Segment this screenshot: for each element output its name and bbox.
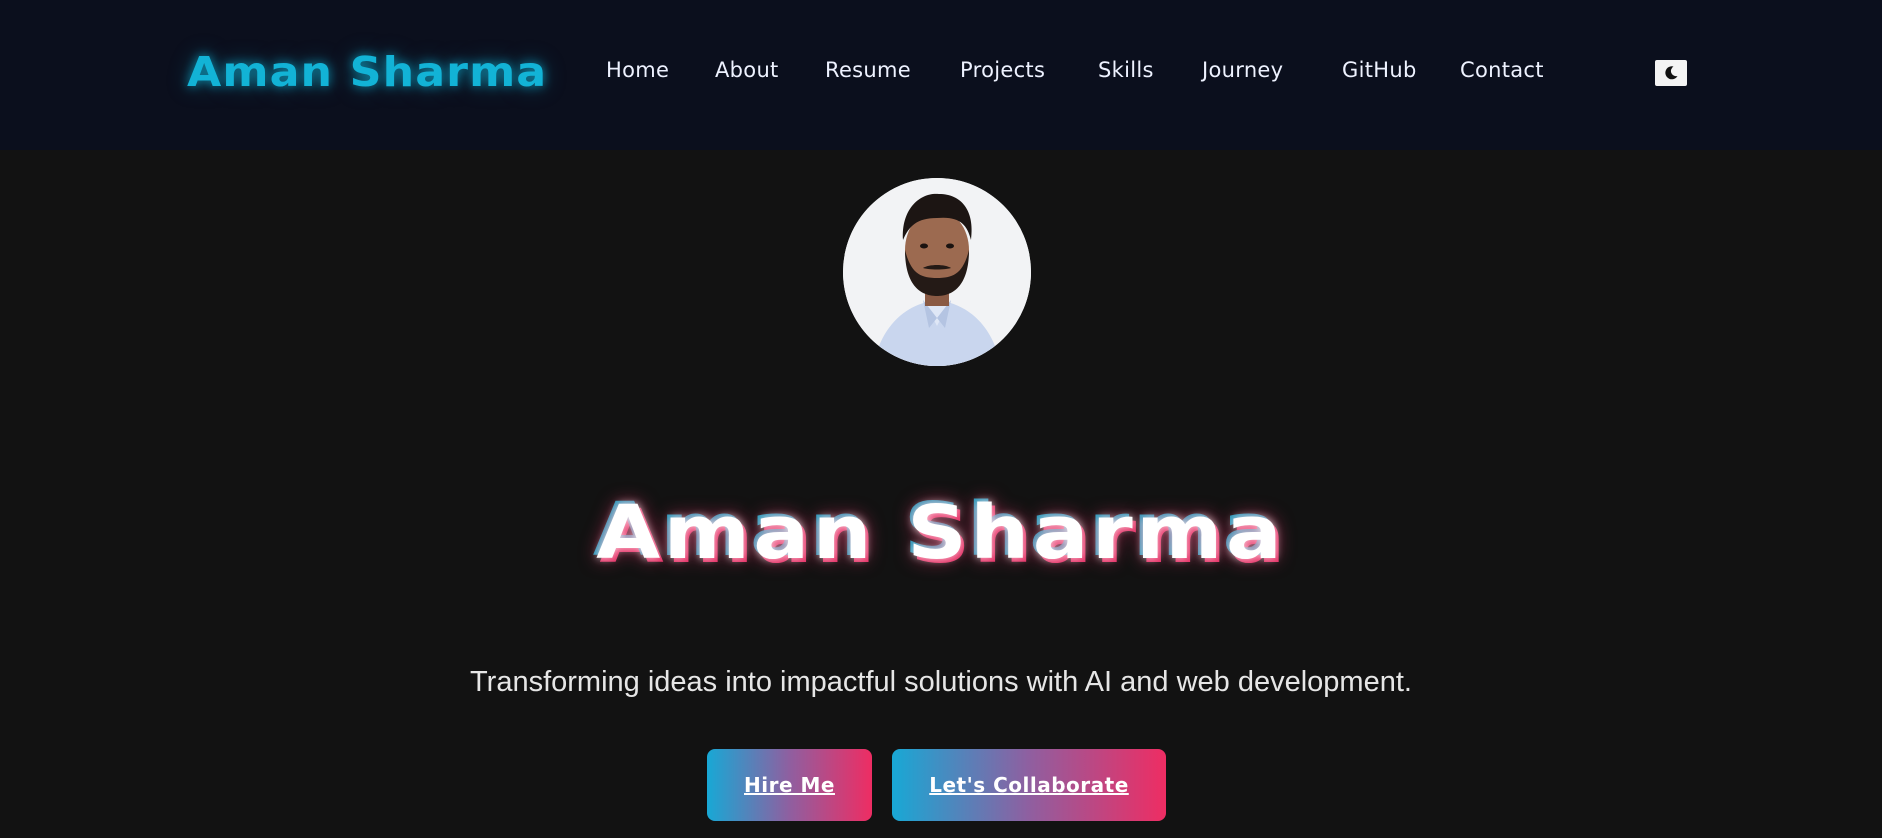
profile-photo xyxy=(843,178,1031,366)
hire-me-button[interactable]: Hire Me xyxy=(707,749,872,821)
hero-title-container: Aman Sharma xyxy=(0,490,1882,576)
moon-icon xyxy=(1665,66,1678,80)
nav-link-journey[interactable]: Journey xyxy=(1202,58,1283,82)
nav-link-github[interactable]: GitHub xyxy=(1342,58,1417,82)
nav-link-skills[interactable]: Skills xyxy=(1098,58,1154,82)
hero-tagline: Transforming ideas into impactful soluti… xyxy=(470,666,1412,698)
nav-link-contact[interactable]: Contact xyxy=(1460,58,1544,82)
theme-toggle-button[interactable] xyxy=(1655,60,1687,86)
main-nav: Home About Resume Projects Skills Journe… xyxy=(0,58,1882,88)
nav-link-about[interactable]: About xyxy=(715,58,779,82)
collaborate-button[interactable]: Let's Collaborate xyxy=(892,749,1166,821)
navbar: Aman Sharma Home About Resume Projects S… xyxy=(0,0,1882,150)
hero-title: Aman Sharma xyxy=(596,490,1286,576)
profile-avatar xyxy=(843,178,1031,366)
nav-link-resume[interactable]: Resume xyxy=(825,58,911,82)
nav-link-projects[interactable]: Projects xyxy=(960,58,1045,82)
nav-link-home[interactable]: Home xyxy=(606,58,669,82)
